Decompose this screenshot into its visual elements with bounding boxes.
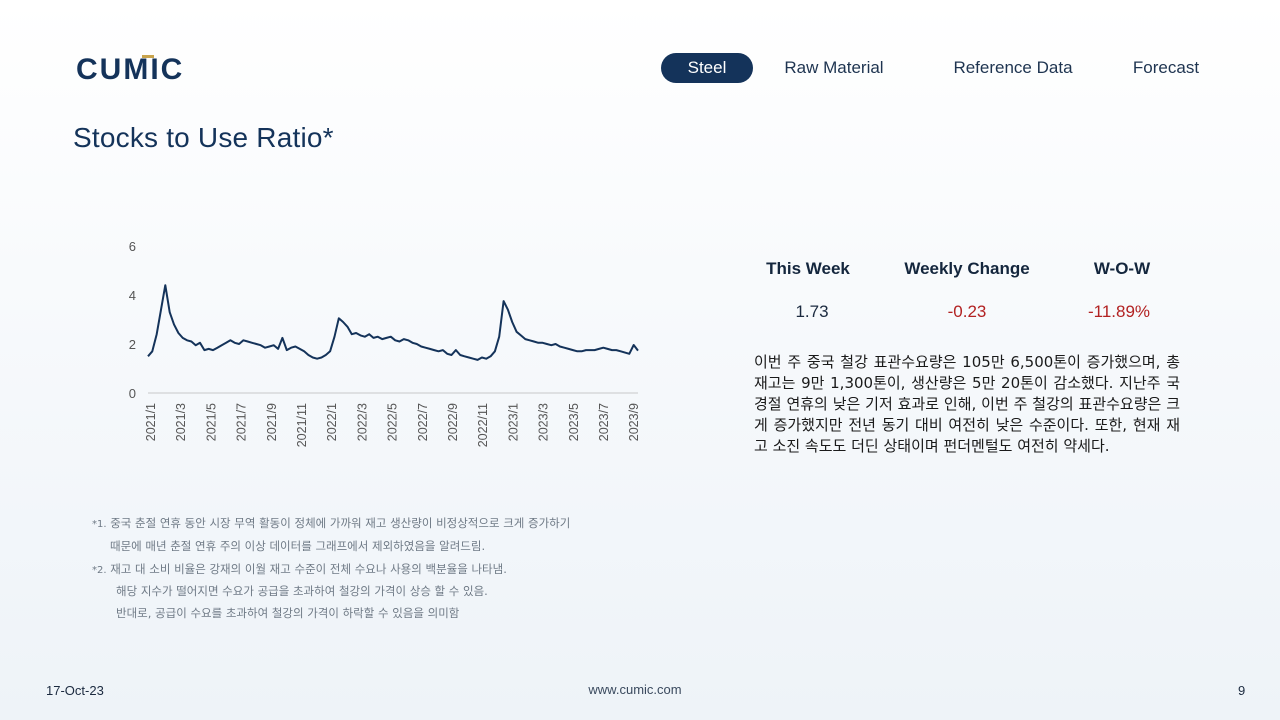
x-tick-label: 2023/9: [627, 403, 641, 441]
x-tick-label: 2022/5: [386, 403, 400, 441]
x-tick-label: 2021/7: [235, 403, 249, 441]
nav-tab-steel[interactable]: Steel: [661, 53, 753, 83]
nav-tab-raw-material[interactable]: Raw Material: [770, 53, 898, 83]
y-tick-label: 0: [129, 386, 136, 401]
footnote-1-marker: *1.: [92, 519, 107, 530]
footnote-2-line-1: *2. 재고 대 소비 비율은 강재의 이월 재고 수준이 전체 수요나 사용의…: [92, 561, 507, 577]
footnote-2-text-1: 재고 대 소비 비율은 강재의 이월 재고 수준이 전체 수요나 사용의 백분율…: [110, 562, 507, 576]
top-nav: Steel Raw Material Reference Data Foreca…: [0, 53, 1280, 83]
x-tick-label: 2023/3: [537, 403, 551, 441]
x-tick-label: 2022/1: [325, 403, 339, 441]
nav-tab-reference-data[interactable]: Reference Data: [940, 53, 1086, 83]
stats-header-wow: W-O-W: [1093, 259, 1151, 278]
x-tick-label: 2022/11: [476, 403, 490, 447]
x-tick-label: 2023/7: [597, 403, 611, 441]
x-tick-label: 2023/1: [506, 403, 520, 441]
x-tick-label: 2023/5: [567, 403, 581, 441]
y-tick-label: 2: [129, 337, 136, 352]
stats-header-this-week: This Week: [766, 259, 850, 278]
footnote-1-line-2: 때문에 매년 춘절 연휴 주의 이상 데이터를 그래프에서 제외하였음을 알려드…: [110, 539, 486, 553]
footnote-2-line-3: 반대로, 공급이 수요를 초과하여 철강의 가격이 하락할 수 있음을 의미함: [116, 606, 460, 620]
x-tick-label: 2021/11: [295, 403, 309, 447]
x-tick-label: 2021/9: [265, 403, 279, 441]
x-tick-label: 2022/7: [416, 403, 430, 441]
x-tick-label: 2022/9: [446, 403, 460, 441]
stats-value-weekly-change: -0.23: [947, 302, 987, 321]
footnote-2-line-2: 해당 지수가 떨어지면 수요가 공급을 초과하여 철강의 가격이 상승 할 수 …: [116, 584, 488, 598]
y-tick-label: 4: [129, 288, 136, 303]
market-commentary: 이번 주 중국 철강 표관수요량은 105만 6,500톤이 증가했으며, 총재…: [754, 353, 1180, 455]
stats-header-weekly-change: Weekly Change: [904, 259, 1030, 278]
page-number: 9: [1238, 683, 1246, 698]
series-line: [147, 284, 639, 361]
y-tick-label: 6: [129, 239, 136, 254]
x-tick-label: 2022/3: [355, 403, 369, 441]
stocks-to-use-chart: 0 2 4 6 2021/1 2021/3 2021/5 2021/7 2021/9 2021/1…: [129, 239, 641, 447]
nav-tab-forecast[interactable]: Forecast: [1120, 53, 1212, 83]
x-tick-label: 2021/3: [174, 403, 188, 441]
footnote-1-text-1: 중국 춘절 연휴 동안 시장 무역 활동이 정체에 가까워 재고 생산량이 비정…: [110, 516, 571, 530]
footer-website-link[interactable]: www.cumic.com: [0, 682, 1270, 697]
stats-value-this-week: 1.73: [795, 302, 829, 321]
x-tick-label: 2021/1: [144, 403, 158, 441]
x-tick-label: 2021/5: [204, 403, 218, 441]
page-title: Stocks to Use Ratio*: [73, 122, 334, 153]
footnote-1-line-1: *1. 중국 춘절 연휴 동안 시장 무역 활동이 정체에 가까워 재고 생산량…: [92, 515, 570, 531]
footnote-2-marker: *2.: [92, 565, 107, 576]
stats-value-wow: -11.89%: [1087, 302, 1151, 321]
